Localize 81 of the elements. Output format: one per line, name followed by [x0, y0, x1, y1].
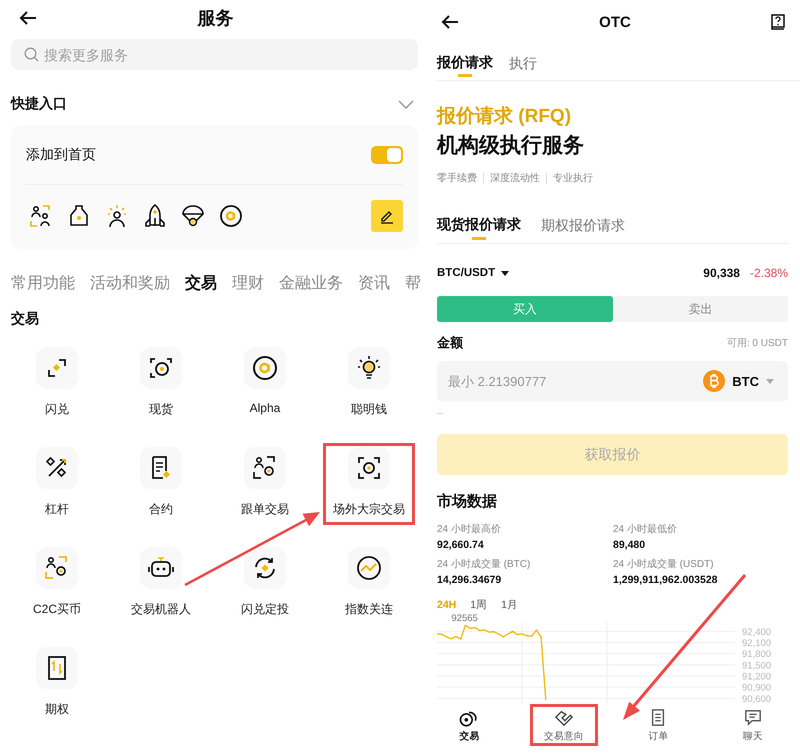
stat-label: 24 小时成交量 (BTC) — [437, 558, 532, 571]
nav-item[interactable]: 订单 — [624, 704, 692, 746]
at-sign-icon[interactable] — [219, 204, 243, 228]
currency-selector[interactable]: BTC — [703, 370, 774, 392]
parachute-icon[interactable] — [181, 204, 205, 228]
page-title: 服务 — [198, 6, 234, 30]
peak-label: 92565 — [451, 613, 478, 624]
feature-label: 零手续费 — [437, 172, 477, 185]
lightbulb-icon — [356, 355, 382, 381]
headline: 报价请求 (RFQ) — [437, 105, 572, 129]
scan-icon — [356, 455, 382, 481]
service-tile[interactable]: 现货 — [115, 343, 207, 425]
section-title: 交易 — [11, 310, 40, 328]
toggle-switch[interactable] — [371, 146, 403, 164]
nav-item[interactable]: 交易 — [435, 704, 504, 746]
service-tile[interactable]: 聪明钱 — [323, 343, 415, 425]
coin-scan-icon — [148, 355, 174, 381]
service-tile[interactable]: Alpha — [219, 343, 311, 425]
back-icon[interactable] — [441, 15, 459, 29]
feature-label: 专业执行 — [553, 172, 593, 185]
caret-icon — [766, 378, 774, 384]
axis-tick-label: 90,900 — [742, 682, 772, 694]
at-sign-icon — [252, 355, 278, 381]
refresh-icon — [252, 555, 278, 581]
service-tile[interactable]: 闪兑定投 — [219, 543, 311, 625]
chevron-down-icon[interactable] — [398, 100, 414, 108]
pair-selector[interactable]: BTC/USDT — [437, 267, 510, 279]
people-icon — [252, 455, 278, 481]
service-tile[interactable]: 合约 — [115, 443, 207, 525]
axis-tick-label: 92,100 — [742, 638, 772, 649]
category-tab[interactable]: 交易 — [185, 272, 217, 294]
axis-tick-label: 92,400 — [742, 626, 772, 638]
section-title: 市场数据 — [437, 492, 498, 512]
service-tile[interactable]: 闪兑 — [11, 343, 103, 425]
stat-value: 14,296.34679 — [437, 574, 502, 586]
service-tile[interactable]: 场外大宗交易 — [323, 443, 415, 525]
axis-tick-label: 90,600 — [742, 694, 772, 704]
person-icon[interactable] — [105, 204, 129, 228]
stat-label: 24 小时最低价 — [613, 522, 678, 536]
stat-label: 24 小时最高价 — [437, 522, 502, 536]
edit-button[interactable] — [371, 200, 403, 232]
price-change: -2.38% — [750, 266, 788, 280]
axis-tick-label: 91,800 — [742, 649, 772, 660]
nav-item[interactable]: 聊天 — [718, 704, 787, 746]
stat-value: 89,480 — [613, 539, 646, 551]
period-tab[interactable]: 1周 — [470, 596, 488, 614]
back-icon[interactable] — [19, 11, 37, 25]
feature-label: 深度流动性 — [490, 172, 540, 185]
price: 90,338 — [703, 266, 740, 280]
stat-value: 92,660.74 — [437, 539, 485, 551]
tab[interactable]: 执行 — [509, 48, 537, 80]
service-tile[interactable]: C2C买币 — [11, 543, 103, 625]
caret-icon — [501, 270, 510, 276]
section-title: 快捷入口 — [11, 95, 67, 113]
bitcoin-icon — [703, 370, 726, 392]
available-balance: 可用: 0 USDT — [726, 337, 788, 350]
field-label: 金额 — [437, 334, 463, 352]
setting-label: 添加到首页 — [26, 146, 96, 164]
page-title: OTC — [599, 14, 631, 30]
bag-icon[interactable] — [67, 204, 91, 228]
search-icon — [24, 47, 39, 62]
service-tile[interactable]: 交易机器人 — [115, 543, 207, 625]
stat-value: 1,299,911,962.003528 — [613, 574, 719, 586]
service-tile[interactable]: 跟单交易 — [219, 443, 311, 525]
axis-tick-label: 91,500 — [742, 660, 772, 672]
subheadline: 机构级执行服务 — [437, 133, 585, 159]
service-tile[interactable]: 期权 — [11, 643, 103, 725]
people-icon — [44, 555, 70, 581]
service-tile[interactable]: 杠杆 — [11, 443, 103, 525]
search-field[interactable]: 搜索更多服务 — [11, 39, 418, 70]
axis-tick-label: 91,200 — [742, 672, 772, 683]
period-tab[interactable]: 1月 — [501, 596, 518, 614]
nav-item[interactable]: 交易意向 — [530, 704, 598, 746]
help-icon[interactable] — [770, 14, 785, 30]
estimate-text: -- — [437, 408, 444, 420]
people-icon[interactable] — [29, 204, 53, 228]
service-tile[interactable]: 指数关连 — [323, 543, 415, 625]
rocket-icon[interactable] — [143, 204, 167, 228]
trend-icon — [356, 555, 382, 581]
tab[interactable]: 期权报价请求 — [541, 209, 625, 243]
stat-label: 24 小时成交量 (USDT) — [613, 558, 715, 571]
